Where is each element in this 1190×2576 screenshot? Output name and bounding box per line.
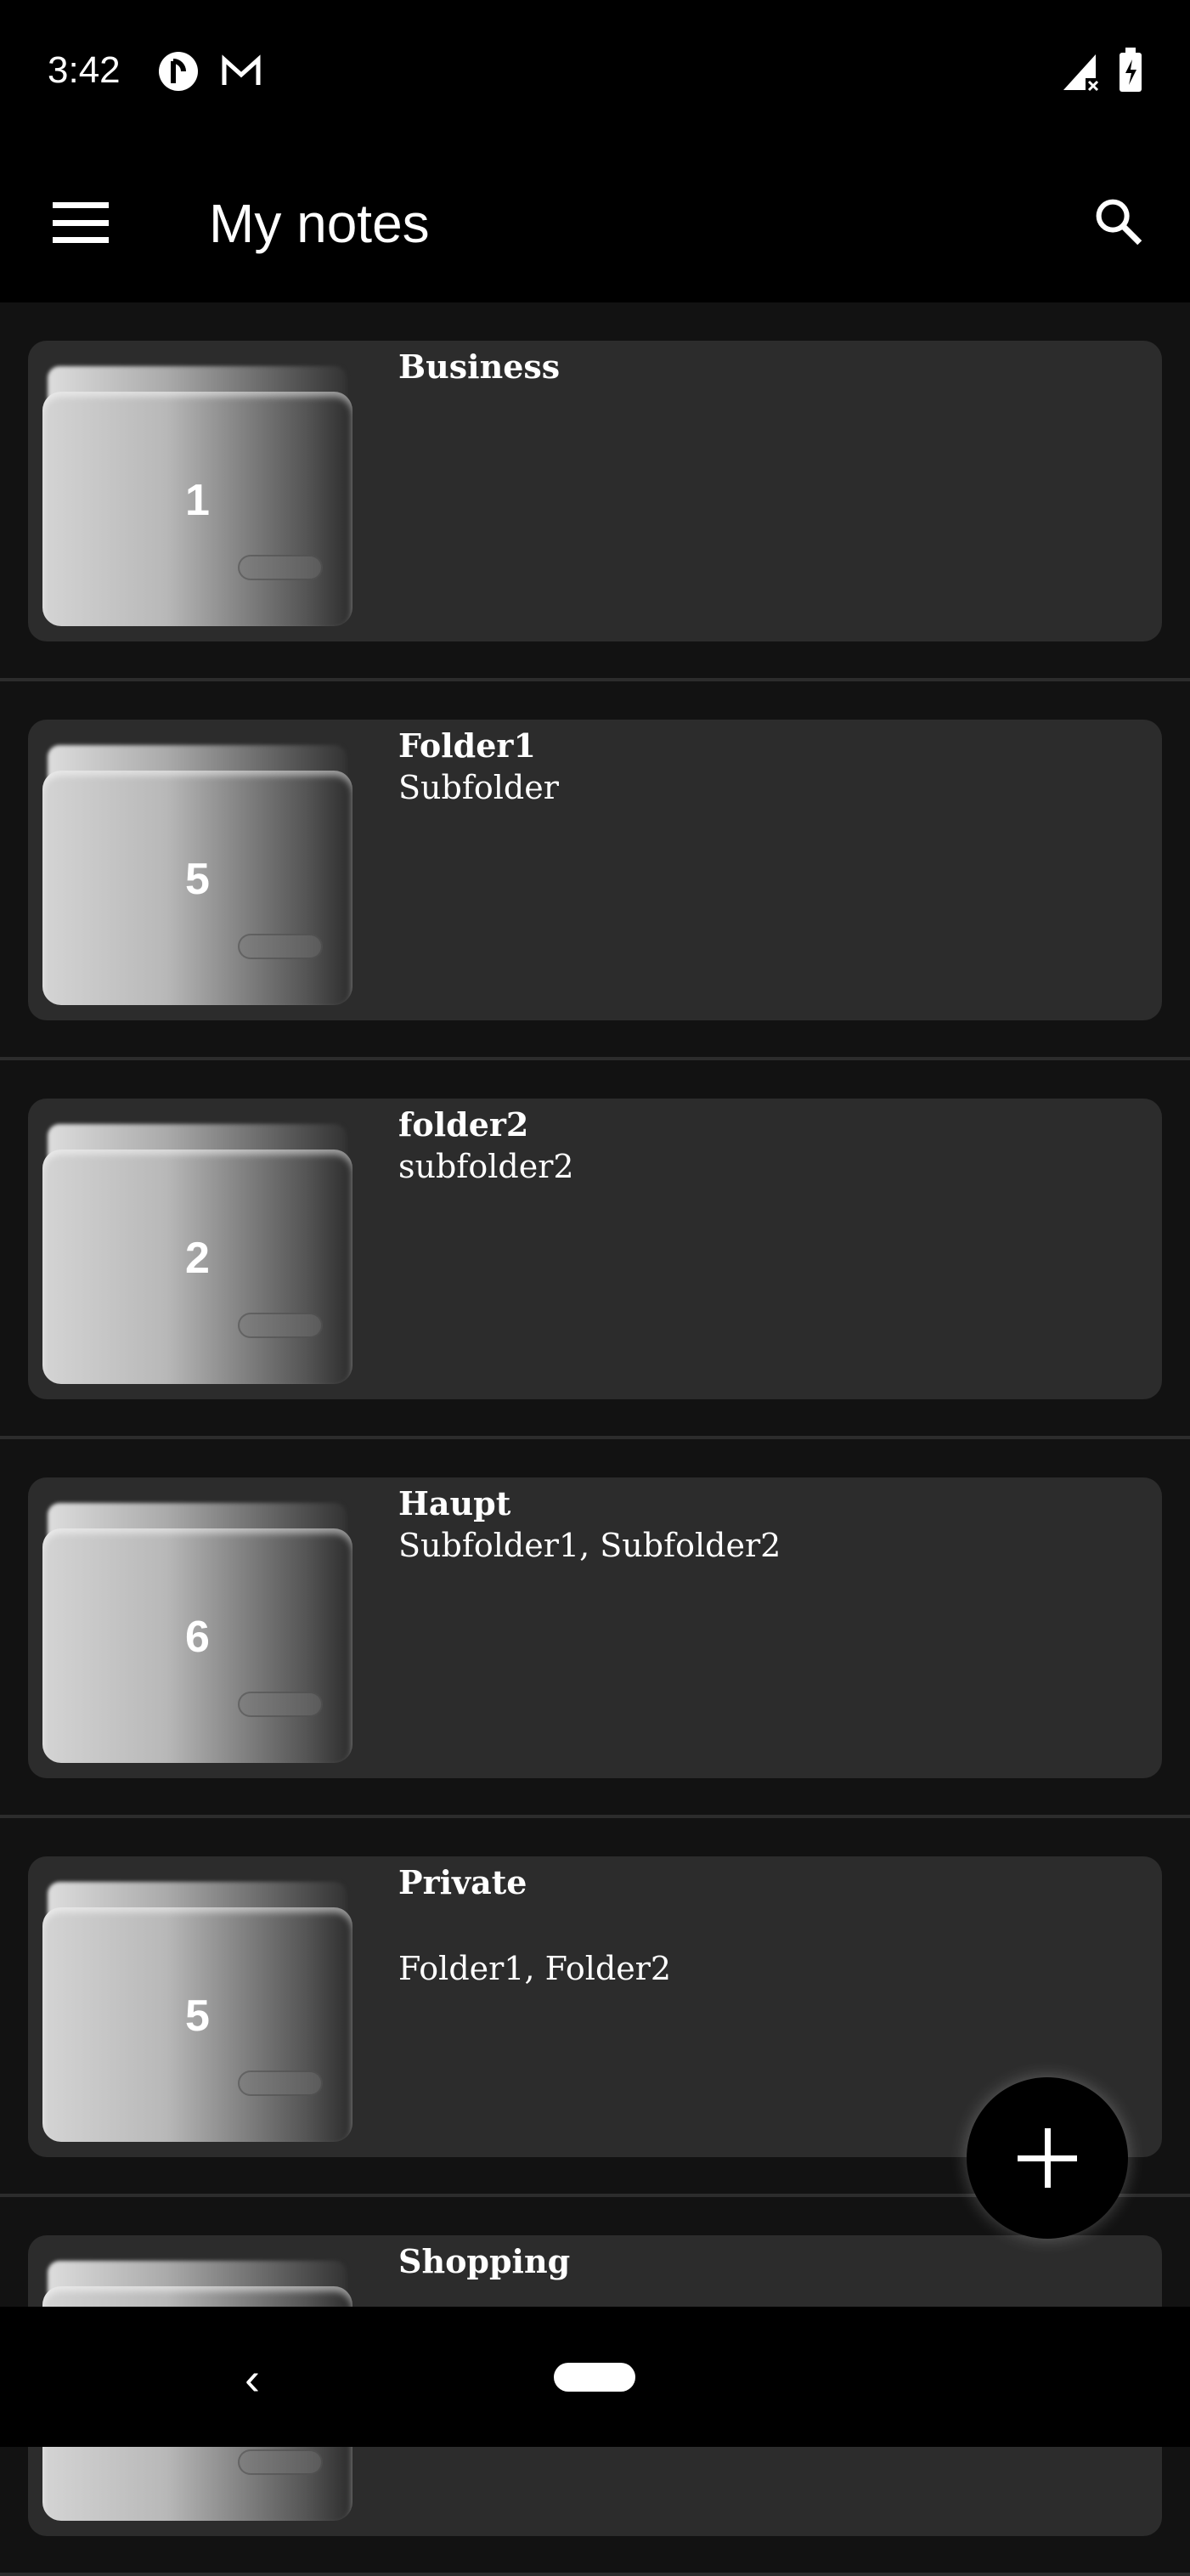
- folder-icon: 1: [42, 366, 352, 626]
- folder-name: Business: [398, 347, 561, 386]
- folder-card[interactable]: 2 folder2 subfolder2: [28, 1099, 1162, 1399]
- list-item[interactable]: 6 Haupt Subfolder1, Subfolder2: [0, 1439, 1190, 1818]
- app-bar: My notes: [0, 144, 1190, 302]
- note-count: 1: [185, 476, 210, 525]
- folder-card[interactable]: 1 Business: [28, 341, 1162, 641]
- battery-charging-icon: [1120, 48, 1142, 92]
- folder-icon: 5: [42, 745, 352, 1005]
- folder-name: Haupt: [398, 1484, 511, 1522]
- navigation-bar: ‹: [0, 2307, 1190, 2447]
- folder-subfolders: subfolder2: [398, 1148, 574, 1185]
- status-time: 3:42: [48, 49, 121, 91]
- note-count: 6: [185, 1613, 210, 1662]
- search-icon[interactable]: [1091, 194, 1147, 250]
- folder-name: folder2: [398, 1105, 529, 1144]
- folder-name: Folder1: [398, 726, 536, 765]
- folder-subfolders: Subfolder1, Subfolder2: [398, 1527, 781, 1564]
- folder-icon: 5: [42, 1882, 352, 2142]
- hamburger-menu-icon[interactable]: [53, 202, 109, 243]
- list-item[interactable]: 2 folder2 subfolder2: [0, 1060, 1190, 1439]
- pocket-casts-icon: [159, 52, 198, 91]
- note-count: 5: [185, 855, 210, 904]
- folder-list: 1 Business 5 Folder1 Subfolder 2 folder2 s…: [0, 302, 1190, 2576]
- list-item[interactable]: 1 Business: [0, 302, 1190, 681]
- page-title: My notes: [209, 193, 430, 254]
- folder-subfolders: Folder1, Folder2: [398, 1950, 672, 1987]
- folder-name: Private: [398, 1863, 527, 1901]
- home-pill-icon[interactable]: [554, 2363, 635, 2392]
- folder-icon: 2: [42, 1124, 352, 1384]
- folder-card[interactable]: 6 Haupt Subfolder1, Subfolder2: [28, 1477, 1162, 1778]
- folder-subfolders: Subfolder: [398, 769, 559, 806]
- status-bar: 3:42: [0, 0, 1190, 144]
- list-item[interactable]: 5 Folder1 Subfolder: [0, 681, 1190, 1060]
- back-chevron-icon[interactable]: ‹: [245, 2353, 260, 2405]
- signal-no-data-icon: [1063, 54, 1099, 92]
- gmail-icon: [222, 54, 261, 85]
- add-note-button[interactable]: [967, 2077, 1128, 2239]
- folder-card[interactable]: 5 Folder1 Subfolder: [28, 720, 1162, 1020]
- folder-name: Shopping: [398, 2242, 571, 2280]
- note-count: 5: [185, 1991, 210, 2041]
- note-count: 2: [185, 1234, 210, 1283]
- folder-icon: 6: [42, 1503, 352, 1763]
